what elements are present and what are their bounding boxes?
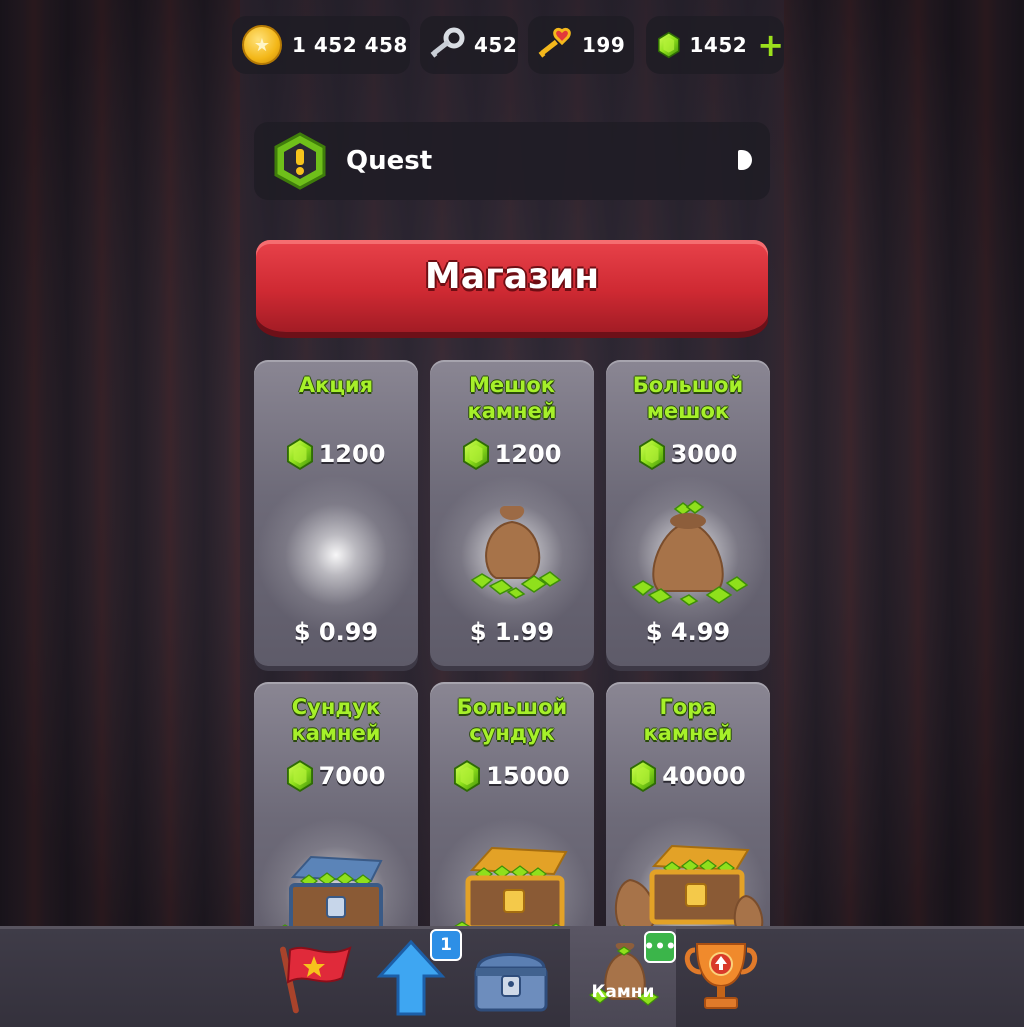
small-gem-bag-image [430, 470, 594, 640]
shop-banner: Магазин [256, 240, 768, 332]
silver-key-icon [430, 27, 465, 58]
shop-item-amount: 3000 [606, 438, 770, 470]
gem-icon [462, 438, 489, 470]
coins-value: 1 452 458 [292, 33, 408, 57]
quest-alert-icon [274, 132, 326, 190]
shop-item-name: Большой сундук [456, 695, 568, 745]
shop-item-gem-bag[interactable]: Мешок камней 1200 $ 1.99 [430, 360, 594, 666]
nav-gems-button[interactable]: ••• [580, 929, 676, 1027]
sparkle-glow-image [254, 470, 418, 640]
nav-gems-label: Камни [591, 982, 655, 1002]
add-gems-plus-icon[interactable]: + [757, 29, 784, 61]
shop-item-name: Акция [298, 373, 374, 397]
chest-icon [474, 953, 548, 1012]
shop-item-amount: 7000 [254, 760, 418, 792]
shop-item-amount: 1200 [430, 438, 594, 470]
shop-title: Магазин [424, 256, 600, 297]
red-flag-icon [279, 946, 352, 1014]
gems-value: 1452 [689, 33, 748, 57]
gold-heart-key-icon [538, 27, 571, 58]
shop-item-price: $ 0.99 [293, 618, 379, 646]
shop-item-name: Сундук камней [291, 695, 381, 745]
nav-chest-button[interactable] [466, 929, 556, 1027]
gem-icon [658, 31, 680, 59]
nav-flag-button[interactable] [270, 929, 360, 1027]
upgrade-badge: 1 [430, 929, 462, 961]
quest-title: Quest [346, 146, 433, 176]
coin-icon: ★ [242, 25, 282, 65]
shop-item-amount: 1200 [254, 438, 418, 470]
shop-item-name: Большой мешок [632, 373, 744, 423]
gold-keys-counter[interactable]: 199 [528, 16, 634, 74]
gem-icon [454, 760, 481, 792]
gem-icon [638, 438, 665, 470]
shop-item-price: $ 1.99 [469, 618, 555, 646]
silver-keys-counter[interactable]: 452 [420, 16, 518, 74]
gem-icon [630, 760, 657, 792]
shop-item-name: Гора камней [643, 695, 733, 745]
quest-arrow-icon[interactable] [738, 150, 752, 170]
trophy-icon [684, 943, 758, 1009]
gold-keys-value: 199 [582, 33, 626, 57]
gem-icon [286, 438, 313, 470]
gems-badge: ••• [644, 931, 676, 963]
quest-bar[interactable]: Quest [254, 122, 770, 200]
gem-icon [286, 760, 313, 792]
shop-item-name: Мешок камней [467, 373, 557, 423]
silver-keys-value: 452 [474, 33, 518, 57]
shop-item-amount: 40000 [606, 760, 770, 792]
gems-counter[interactable]: 1452 + [646, 16, 784, 74]
shop-item-amount: 15000 [430, 760, 594, 792]
shop-item-big-bag[interactable]: Большой мешок 3000 $ 4.99 [606, 360, 770, 666]
shop-item-promo[interactable]: Акция 1200 $ 0.99 [254, 360, 418, 666]
nav-trophy-button[interactable] [676, 929, 766, 1027]
nav-upgrade-button[interactable]: 1 [366, 929, 462, 1027]
shop-item-price: $ 4.99 [645, 618, 731, 646]
big-gem-bag-image [606, 470, 770, 640]
coins-counter[interactable]: ★ 1 452 458 [232, 16, 410, 74]
bottom-nav: 1 ••• [0, 926, 1024, 1027]
